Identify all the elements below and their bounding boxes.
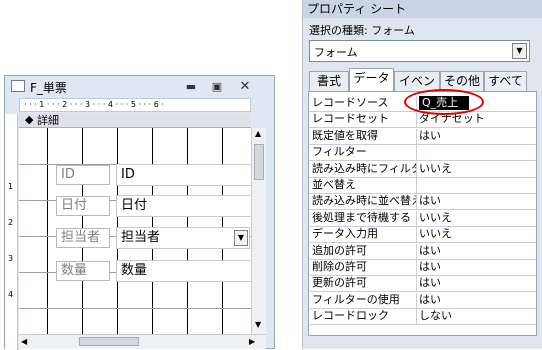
vertical-ruler: 1 2 3 4 — [5, 114, 18, 350]
property-divider — [416, 276, 417, 292]
property-name: フィルター — [312, 145, 367, 159]
vertical-scroll-thumb[interactable] — [254, 144, 264, 180]
property-name: レコードセット — [312, 112, 389, 126]
form-title: F_単票 — [30, 81, 67, 95]
property-row[interactable]: データ入力用 いいえ — [309, 227, 536, 244]
property-row[interactable]: 後処理まで待機する いいえ — [309, 210, 536, 227]
selection-type-label: 選択の種類: フォーム — [309, 24, 415, 37]
form-design-window: F_単票 ▬ ▣ ✕ · · · 1 · · · 2 · · · 3 · · ·… — [4, 75, 275, 350]
property-divider — [416, 210, 417, 226]
property-sheet-title: プロパティ シート — [303, 0, 542, 18]
property-name: 読み込み時にフィルター — [312, 161, 416, 175]
property-name: 更新の許可 — [312, 276, 367, 290]
property-row[interactable]: 既定値を取得 はい — [309, 128, 536, 145]
tab-all[interactable]: すべて — [484, 71, 527, 91]
label-staff[interactable]: 担当者 — [56, 228, 110, 248]
property-row[interactable]: レコードロック しない — [309, 309, 536, 326]
label-id[interactable]: ID — [56, 165, 110, 185]
highlight-oval — [404, 89, 484, 115]
property-value[interactable]: はい — [419, 293, 533, 307]
left-ruler-mark: 1 — [8, 182, 14, 191]
label-date[interactable]: 日付 — [56, 196, 110, 216]
tab-event[interactable]: イベント — [394, 71, 440, 107]
property-name: 既定値を取得 — [312, 128, 378, 142]
property-row[interactable]: 読み込み時に並べ替え はい — [309, 194, 536, 211]
property-divider — [416, 292, 417, 308]
left-ruler-mark: 4 — [8, 290, 14, 299]
property-name: データ入力用 — [312, 227, 378, 241]
combo-staff[interactable]: 担当者 — [116, 227, 250, 249]
property-divider — [416, 128, 417, 144]
property-row[interactable]: 削除の許可 はい — [309, 260, 536, 276]
property-divider — [416, 112, 417, 128]
combo-staff-dropdown-icon[interactable]: ▼ — [234, 230, 248, 246]
ruler-marks: · · · 1 · · · 2 · · · 3 · · · 4 · · · 5 … — [24, 100, 164, 109]
tab-data[interactable]: データ — [349, 68, 394, 92]
design-grid[interactable]: ID ID 日付 日付 担当者 担当者 ▼ 数量 数量 — [19, 128, 251, 334]
property-divider — [416, 194, 417, 210]
left-ruler-mark: 2 — [8, 218, 14, 227]
property-grid: レコードソース Q_売上 レコードセット ダイナセット 既定値を取得 はい フィルター 読み込… — [308, 91, 537, 336]
label-quantity[interactable]: 数量 — [56, 261, 110, 281]
property-divider — [416, 178, 417, 193]
textbox-id[interactable]: ID — [116, 164, 251, 186]
textbox-date[interactable]: 日付 — [116, 195, 251, 217]
property-divider — [416, 227, 417, 243]
property-value[interactable]: はい — [419, 260, 533, 274]
property-divider — [416, 161, 417, 177]
property-row[interactable]: フィルターの使用 はい — [309, 292, 536, 309]
property-value[interactable]: いいえ — [419, 162, 533, 176]
property-value[interactable]: はい — [419, 194, 533, 208]
property-row[interactable]: 追加の許可 はい — [309, 243, 536, 260]
chevron-down-icon[interactable]: ▼ — [512, 43, 527, 59]
property-value[interactable]: はい — [419, 276, 533, 290]
scroll-left-icon[interactable]: ◀ — [21, 337, 27, 346]
close-icon[interactable]: ✕ — [235, 79, 255, 95]
section-label: 詳細 — [37, 114, 59, 127]
property-sheet: プロパティ シート 選択の種類: フォーム フォーム ▼ 書式 データ イベント… — [302, 0, 542, 349]
property-name: フィルターの使用 — [312, 292, 400, 306]
minimize-icon[interactable]: ▬ — [181, 79, 201, 95]
property-divider — [416, 309, 417, 325]
property-divider — [416, 260, 417, 275]
horizontal-scroll-thumb[interactable] — [79, 337, 139, 346]
property-name: レコードソース — [312, 96, 389, 109]
property-name: 後処理まで待機する — [312, 210, 411, 224]
scroll-up-icon[interactable]: ▲ — [255, 129, 261, 138]
property-row[interactable]: フィルター — [309, 145, 536, 162]
property-name: 削除の許可 — [312, 260, 367, 273]
property-row[interactable]: 並べ替え — [309, 178, 536, 194]
horizontal-scrollbar[interactable]: ◀ ▶ — [19, 334, 266, 349]
scroll-right-icon[interactable]: ▶ — [249, 337, 255, 346]
property-name: レコードロック — [312, 309, 389, 323]
vertical-scrollbar[interactable]: ▲ ▼ — [251, 128, 266, 334]
horizontal-ruler: · · · 1 · · · 2 · · · 3 · · · 4 · · · 5 … — [19, 98, 251, 112]
property-row[interactable]: レコードセット ダイナセット — [309, 112, 536, 129]
tab-other[interactable]: その他 — [440, 71, 484, 91]
section-bar-detail[interactable]: ◆ 詳細 — [19, 113, 251, 128]
property-row[interactable]: 読み込み時にフィルターいいえ — [309, 161, 536, 178]
property-divider — [416, 243, 417, 259]
form-title-bar[interactable]: F_単票 ▬ ▣ ✕ — [5, 76, 274, 98]
property-name: 並べ替え — [312, 178, 356, 191]
property-value[interactable]: はい — [419, 129, 533, 143]
section-expand-icon: ◆ — [25, 113, 34, 126]
property-row[interactable]: 更新の許可 はい — [309, 276, 536, 293]
property-value[interactable]: はい — [419, 244, 533, 258]
property-value[interactable]: しない — [419, 309, 533, 323]
textbox-quantity[interactable]: 数量 — [116, 260, 251, 282]
object-selector[interactable]: フォーム ▼ — [309, 40, 530, 62]
property-divider — [416, 145, 417, 161]
property-value[interactable]: いいえ — [419, 227, 533, 241]
property-name: 追加の許可 — [312, 243, 367, 257]
property-name: 読み込み時に並べ替え — [312, 194, 416, 208]
tab-format[interactable]: 書式 — [309, 71, 349, 91]
form-icon — [11, 80, 25, 92]
scroll-down-icon[interactable]: ▼ — [255, 320, 261, 329]
left-ruler-mark: 3 — [8, 254, 14, 263]
object-selector-value: フォーム — [314, 46, 358, 59]
restore-icon[interactable]: ▣ — [207, 79, 227, 95]
property-value[interactable]: いいえ — [419, 211, 533, 225]
